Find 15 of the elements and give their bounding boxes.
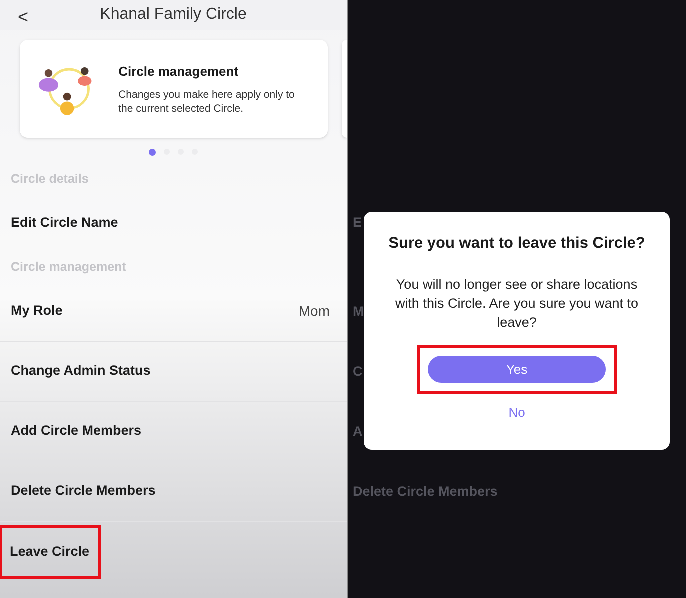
back-button[interactable]: < — [18, 4, 29, 31]
menu-item[interactable]: Add Circle Members — [11, 421, 142, 442]
no-button[interactable]: No — [508, 403, 526, 423]
card-text: Changes you make here apply only to the current selected Circle. — [118, 88, 296, 116]
yes-button[interactable]: Yes — [428, 356, 606, 384]
dialog-title: Sure you want to leave this Circle? — [388, 234, 646, 254]
card-title: Circle management — [118, 63, 240, 82]
dialog-message: You will no longer see or share locations with this Circle. Are you sure you want to leave? — [394, 276, 640, 332]
menu-item[interactable]: Delete Circle Members — [11, 481, 156, 502]
menu-item[interactable]: Change Admin Status — [11, 361, 151, 382]
menu-item[interactable]: My Role — [11, 301, 63, 322]
menu-item[interactable]: Leave Circle — [2, 528, 98, 576]
role-value: Mom — [298, 302, 330, 321]
screen-title: Khanal Family Circle — [100, 5, 247, 25]
menu-item[interactable]: Edit Circle Name — [11, 212, 118, 234]
